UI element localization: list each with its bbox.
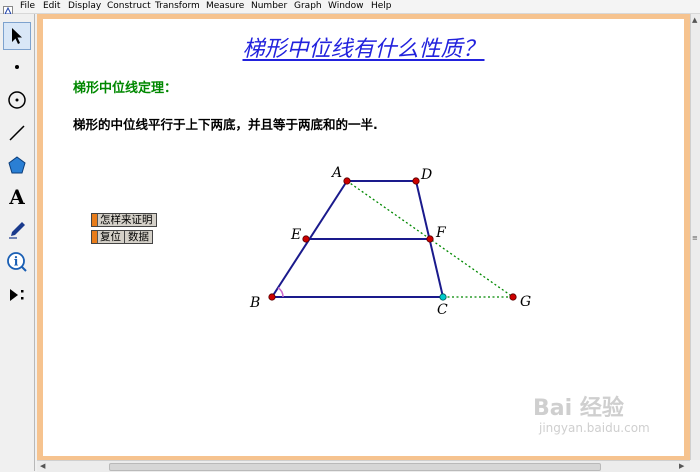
custom-tool[interactable] [4,282,30,308]
point-tool[interactable] [4,54,30,80]
scroll-left-icon[interactable]: ◀ [40,462,45,470]
label-c: C [437,302,448,318]
label-b: B [249,295,260,311]
label-g: G [520,294,531,310]
point-c[interactable] [439,293,447,301]
marker-tool[interactable] [4,217,30,243]
text-tool[interactable]: A [4,184,30,210]
marker-tool-icon [9,222,25,239]
label-d: D [420,167,432,183]
watermark-logo: Bai 经验 [533,396,624,421]
menu-window[interactable]: Window [328,0,364,12]
point-f[interactable] [426,235,434,243]
arrow-tool-icon [12,28,22,44]
menu-construct[interactable]: Construct [107,0,151,12]
point-d[interactable] [412,177,420,185]
point-e[interactable] [302,235,310,243]
label-a: A [330,165,342,181]
app-icon [3,1,13,16]
arrow-tool[interactable] [3,22,31,50]
polygon-tool-icon [8,156,26,174]
point-tool-icon [15,65,19,69]
sketch-canvas[interactable]: 梯形中位线有什么性质？ 梯形中位线定理： 梯形的中位线平行于上下两底，并且等于两… [43,19,684,456]
scroll-grip-icon: ≡ [692,234,698,242]
point-a[interactable] [343,177,351,185]
text-tool-icon: A [9,185,25,209]
label-f: F [435,225,447,241]
straightedge-tool-icon [9,125,25,141]
point-b[interactable] [268,293,276,301]
information-tool-icon: i [7,252,27,272]
menu-file[interactable]: File [20,0,35,12]
custom-tool-icon [10,289,24,301]
horizontal-scrollbar[interactable]: ◀ ▶ [37,460,690,472]
menu-transform[interactable]: Transform [155,0,200,12]
compass-tool-icon [8,91,26,109]
straightedge-tool[interactable] [4,120,30,146]
menu-number[interactable]: Number [251,0,287,12]
menu-measure[interactable]: Measure [206,0,244,12]
toolbox: A i [0,14,35,471]
menu-help[interactable]: Help [371,0,392,12]
scroll-up-icon[interactable]: ▲ [692,16,697,24]
point-g[interactable] [509,293,517,301]
polygon-tool[interactable] [4,152,30,178]
label-e: E [290,227,301,243]
scroll-right-icon[interactable]: ▶ [679,462,684,470]
menu-graph[interactable]: Graph [294,0,322,12]
vertical-scrollbar[interactable]: ▲ ≡ [690,14,700,460]
menu-display[interactable]: Display [68,0,101,12]
compass-tool[interactable] [4,87,30,113]
information-tool[interactable]: i [4,249,30,275]
angle-mark-b [277,287,284,298]
horizontal-scroll-thumb[interactable] [109,463,601,471]
watermark-url: jingyan.baidu.com [539,421,650,435]
svg-text:i: i [14,255,19,269]
menu-bar: File Edit Display Construct Transform Me… [0,0,700,16]
menu-edit[interactable]: Edit [43,0,60,12]
